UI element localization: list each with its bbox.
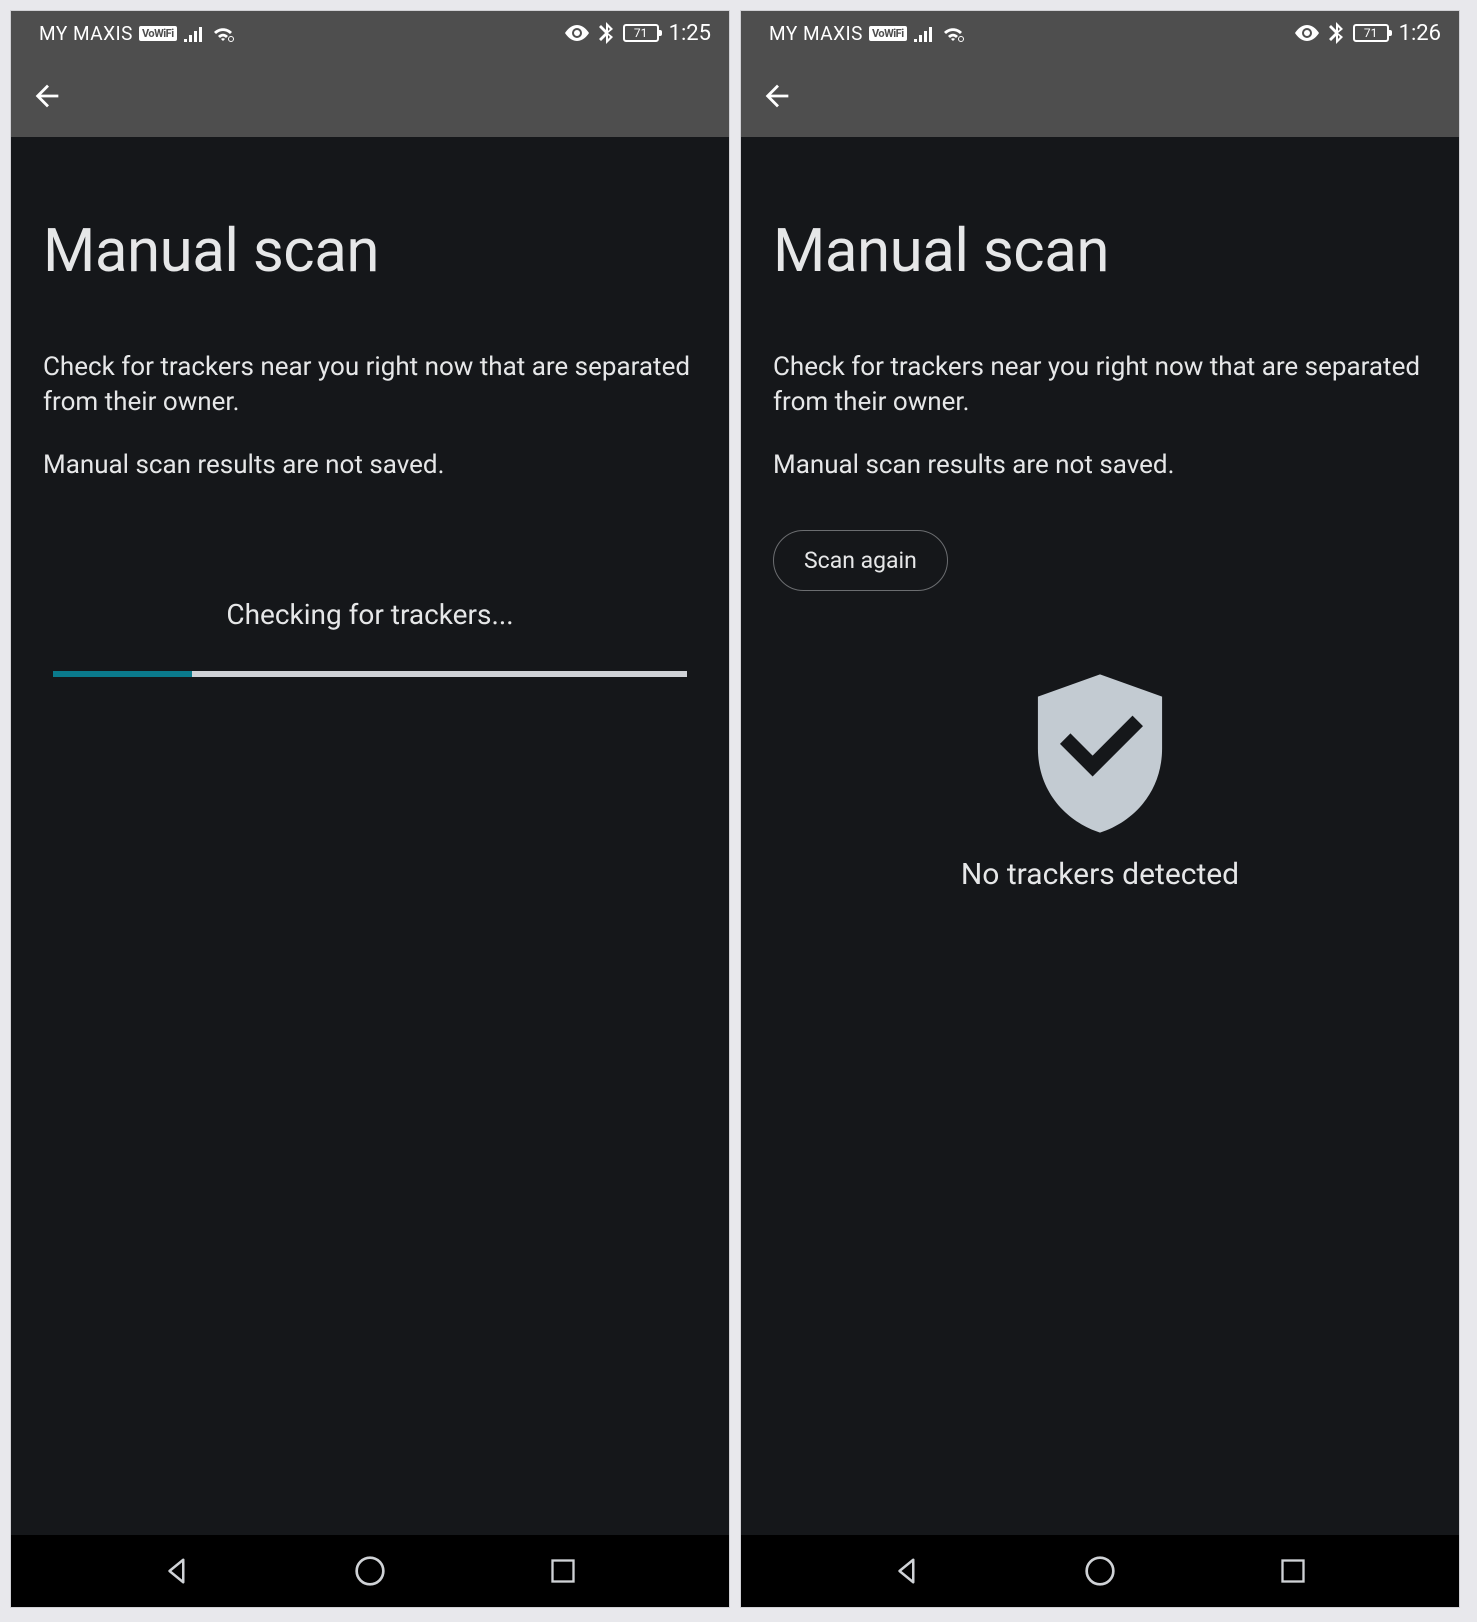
vowifi-badge: VoWiFi [869, 26, 907, 41]
nav-recents-button[interactable] [533, 1541, 593, 1601]
battery-level: 71 [634, 26, 648, 40]
nav-home-button[interactable] [1070, 1541, 1130, 1601]
shield-check-icon [773, 667, 1427, 837]
page-title: Manual scan [43, 215, 697, 286]
carrier-label: MY MAXIS [769, 22, 863, 45]
scan-again-button[interactable]: Scan again [773, 530, 948, 591]
clock: 1:25 [669, 21, 711, 46]
nav-back-button[interactable] [147, 1541, 207, 1601]
description-1: Check for trackers near you right now th… [43, 350, 697, 420]
cellular-signal-icon [183, 24, 205, 42]
battery-level: 71 [1364, 26, 1378, 40]
app-bar [11, 55, 729, 137]
carrier-label: MY MAXIS [39, 22, 133, 45]
eye-icon [565, 25, 589, 41]
back-button[interactable] [23, 72, 71, 120]
wifi-icon [211, 24, 235, 42]
app-bar [741, 55, 1459, 137]
progress-area: Checking for trackers... [43, 598, 697, 677]
result-area: No trackers detected [773, 667, 1427, 892]
cellular-signal-icon [913, 24, 935, 42]
nav-home-button[interactable] [340, 1541, 400, 1601]
navigation-bar [741, 1535, 1459, 1607]
result-label: No trackers detected [773, 857, 1427, 892]
clock: 1:26 [1399, 21, 1441, 46]
eye-icon [1295, 25, 1319, 41]
back-button[interactable] [753, 72, 801, 120]
description-2: Manual scan results are not saved. [43, 450, 697, 480]
arrow-back-icon [30, 79, 64, 113]
battery-indicator: 71 [623, 24, 659, 42]
bluetooth-icon [599, 22, 613, 44]
content-area: Manual scan Check for trackers near you … [11, 137, 729, 1535]
nav-recents-button[interactable] [1263, 1541, 1323, 1601]
status-bar: MY MAXIS VoWiFi 71 1:25 [11, 11, 729, 55]
page-title: Manual scan [773, 215, 1427, 286]
progress-label: Checking for trackers... [43, 598, 697, 631]
phone-screen-scanning: MY MAXIS VoWiFi 71 1:25 Manual scan [10, 10, 730, 1608]
description-1: Check for trackers near you right now th… [773, 350, 1427, 420]
progress-bar [53, 671, 687, 677]
description-2: Manual scan results are not saved. [773, 450, 1427, 480]
wifi-icon [941, 24, 965, 42]
progress-fill [53, 671, 192, 677]
navigation-bar [11, 1535, 729, 1607]
content-area: Manual scan Check for trackers near you … [741, 137, 1459, 1535]
status-bar: MY MAXIS VoWiFi 71 1:26 [741, 11, 1459, 55]
vowifi-badge: VoWiFi [139, 26, 177, 41]
bluetooth-icon [1329, 22, 1343, 44]
battery-indicator: 71 [1353, 24, 1389, 42]
arrow-back-icon [760, 79, 794, 113]
nav-back-button[interactable] [877, 1541, 937, 1601]
phone-screen-results: MY MAXIS VoWiFi 71 1:26 Manual scan [740, 10, 1460, 1608]
